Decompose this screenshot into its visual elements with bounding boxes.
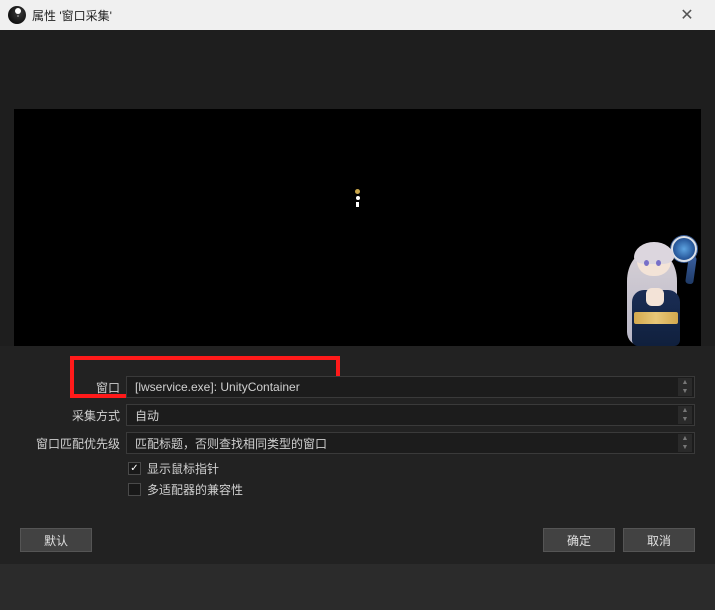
checkbox-show-cursor[interactable]: [128, 462, 141, 475]
row-window: 窗口 [lwservice.exe]: UnityContainer ▲▼: [20, 376, 695, 398]
label-compat: 多适配器的兼容性: [147, 481, 243, 498]
dropdown-capture[interactable]: 自动 ▲▼: [126, 404, 695, 426]
row-compat: 多适配器的兼容性: [20, 481, 695, 498]
label-show-cursor: 显示鼠标指针: [147, 460, 219, 477]
defaults-button[interactable]: 默认: [20, 528, 92, 552]
obs-icon: [8, 6, 26, 24]
dropdown-window-value: [lwservice.exe]: UnityContainer: [135, 380, 300, 394]
right-buttons: 确定 取消: [543, 528, 695, 552]
label-priority: 窗口匹配优先级: [20, 435, 120, 452]
label-window: 窗口: [20, 379, 120, 396]
dropdown-window[interactable]: [lwservice.exe]: UnityContainer ▲▼: [126, 376, 695, 398]
dropdown-priority-value: 匹配标题，否则查找相同类型的窗口: [135, 435, 327, 452]
label-capture: 采集方式: [20, 407, 120, 424]
row-show-cursor: 显示鼠标指针: [20, 460, 695, 477]
capture-preview: [14, 109, 701, 346]
ok-button[interactable]: 确定: [543, 528, 615, 552]
dropdown-priority[interactable]: 匹配标题，否则查找相同类型的窗口 ▲▼: [126, 432, 695, 454]
close-button[interactable]: ✕: [667, 0, 707, 30]
defaults-label: 默认: [44, 532, 68, 549]
checkbox-compat[interactable]: [128, 483, 141, 496]
dropdown-capture-value: 自动: [135, 407, 159, 424]
row-priority: 窗口匹配优先级 匹配标题，否则查找相同类型的窗口 ▲▼: [20, 432, 695, 454]
cancel-label: 取消: [647, 532, 671, 549]
preview-character: [623, 236, 697, 346]
close-icon: ✕: [680, 5, 693, 25]
cancel-button[interactable]: 取消: [623, 528, 695, 552]
spinner-icon: ▲▼: [678, 378, 692, 396]
titlebar-left: 属性 '窗口采集': [8, 6, 112, 24]
row-capture: 采集方式 自动 ▲▼: [20, 404, 695, 426]
ok-label: 确定: [567, 532, 591, 549]
spinner-icon: ▲▼: [678, 406, 692, 424]
spinner-icon: ▲▼: [678, 434, 692, 452]
preview-mini-sprite: [355, 189, 361, 219]
properties-form: 窗口 [lwservice.exe]: UnityContainer ▲▼ 采集…: [0, 346, 715, 520]
window-title: 属性 '窗口采集': [32, 7, 112, 24]
button-bar: 默认 确定 取消: [0, 520, 715, 564]
preview-area: [0, 30, 715, 346]
titlebar: 属性 '窗口采集' ✕: [0, 0, 715, 30]
